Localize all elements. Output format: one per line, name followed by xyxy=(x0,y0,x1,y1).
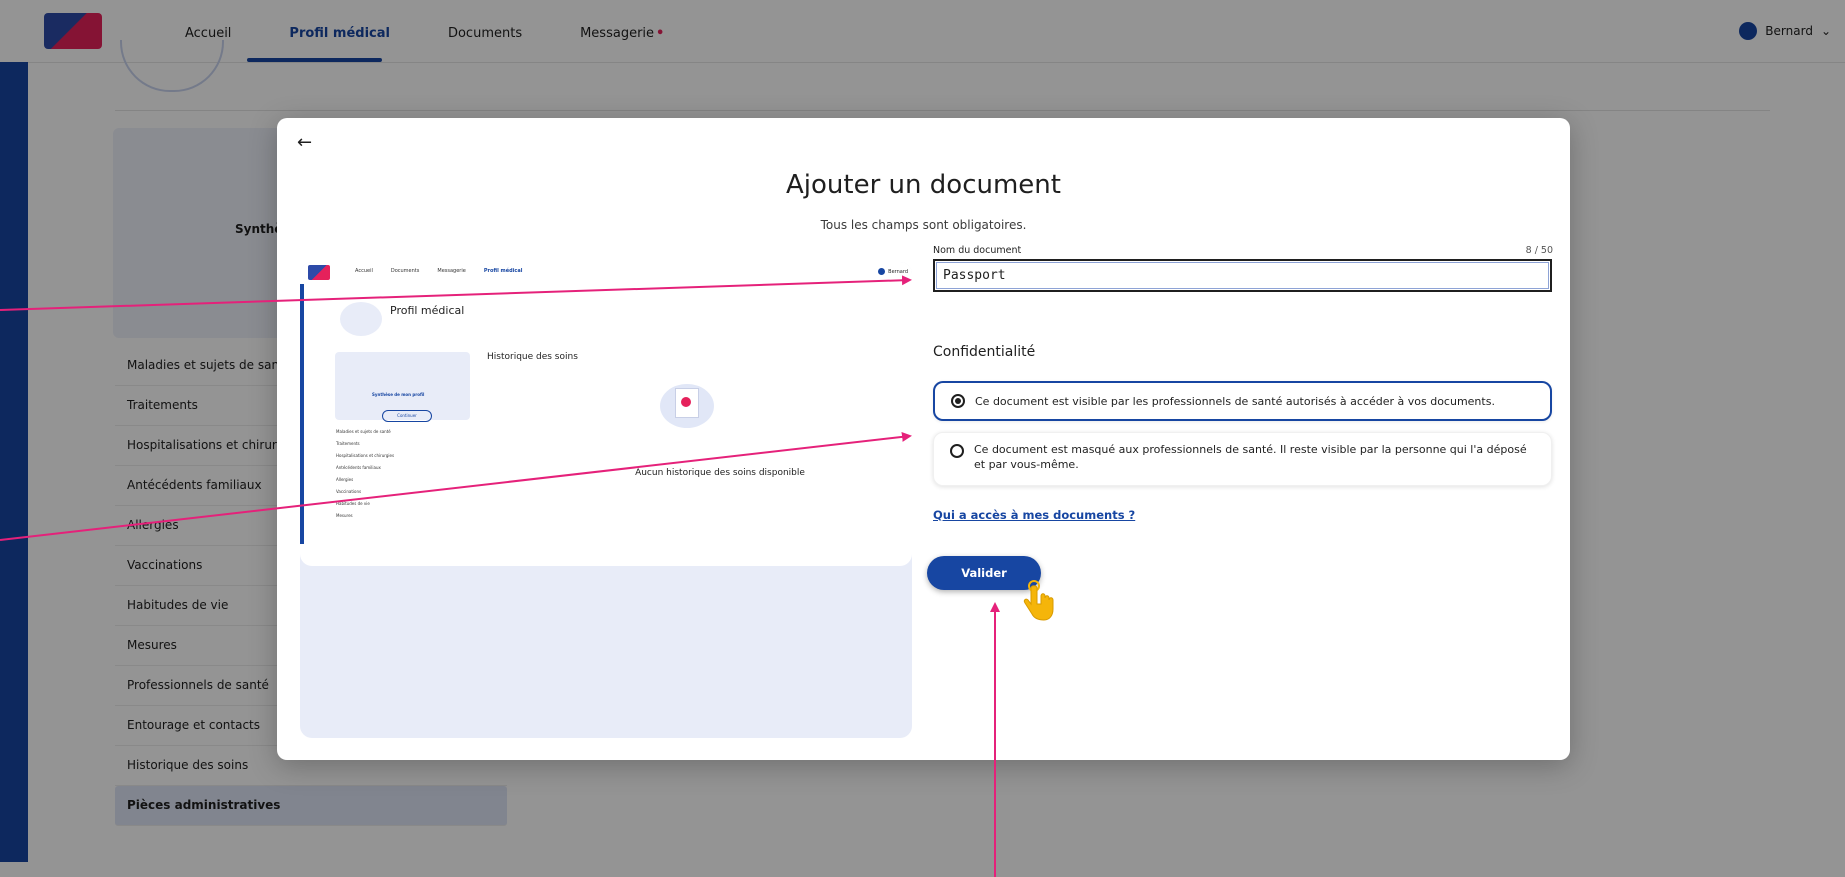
preview-nav-item-active: Profil médical xyxy=(483,268,523,274)
arrow-left-icon[interactable]: ← xyxy=(297,132,312,153)
pointer-hand-icon xyxy=(1023,580,1054,621)
preview-nav-item: Messagerie xyxy=(437,268,466,274)
radio-unchecked-icon[interactable] xyxy=(950,444,964,458)
character-counter: 8 / 50 xyxy=(1525,245,1553,256)
add-document-form: Nom du document 8 / 50 Confidentialité C… xyxy=(927,118,1553,760)
document-preview: Accueil Documents Messagerie Profil médi… xyxy=(300,262,912,738)
preview-accent-rail xyxy=(300,284,304,544)
confidentiality-title: Confidentialité xyxy=(933,344,1036,360)
preview-card: Profil médical Synthèse de mon profil Co… xyxy=(300,284,912,566)
add-document-modal: ← Ajouter un document Tous les champs so… xyxy=(277,118,1570,760)
who-has-access-link[interactable]: Qui a accès à mes documents ? xyxy=(933,508,1135,522)
visibility-option-visible[interactable]: Ce document est visible par les professi… xyxy=(933,381,1552,421)
preview-synthesis-title: Synthèse de mon profil xyxy=(372,392,425,397)
preview-logo xyxy=(308,265,330,280)
preview-sidebar-item: Antécédents familiaux xyxy=(336,465,381,470)
error-icon xyxy=(681,397,691,407)
preview-user: Bernard xyxy=(878,268,908,275)
visibility-option-hidden[interactable]: Ce document est masqué aux professionnel… xyxy=(933,432,1552,486)
preview-nav-item: Documents xyxy=(390,268,420,274)
document-name-label: Nom du document xyxy=(933,245,1022,256)
preview-continue-button: Continuer xyxy=(382,410,432,422)
preview-nav-item: Accueil xyxy=(355,268,373,274)
radio-checked-icon[interactable] xyxy=(951,394,965,408)
preview-empty-title: Aucun historique des soins disponible xyxy=(635,468,805,478)
preview-avatar xyxy=(878,268,886,275)
preview-sidebar-item: Allergies xyxy=(336,477,354,482)
preview-sidebar-item: Traitements xyxy=(336,441,360,446)
preview-profile-icon xyxy=(340,302,382,336)
preview-sidebar-item: Habitudes de vie xyxy=(336,501,370,506)
visibility-option-label: Ce document est visible par les professi… xyxy=(975,394,1495,408)
preview-sidebar-item: Mesures xyxy=(336,513,353,518)
preview-sidebar-item: Hospitalisations et chirurgies xyxy=(336,453,395,458)
preview-topbar: Accueil Documents Messagerie Profil médi… xyxy=(300,262,912,285)
visibility-option-label: Ce document est masqué aux professionnel… xyxy=(974,443,1527,471)
preview-title: Profil médical xyxy=(390,304,465,317)
preview-history-title: Historique des soins xyxy=(487,352,578,362)
preview-nav: Accueil Documents Messagerie Profil médi… xyxy=(355,268,522,274)
preview-sidebar: Maladies et sujets de santé Traitements … xyxy=(336,426,476,522)
document-name-input[interactable] xyxy=(933,259,1552,292)
preview-sidebar-item: Maladies et sujets de santé xyxy=(336,429,391,434)
preview-sidebar-item: Vaccinations xyxy=(336,489,362,494)
preview-user-name: Bernard xyxy=(888,268,908,275)
